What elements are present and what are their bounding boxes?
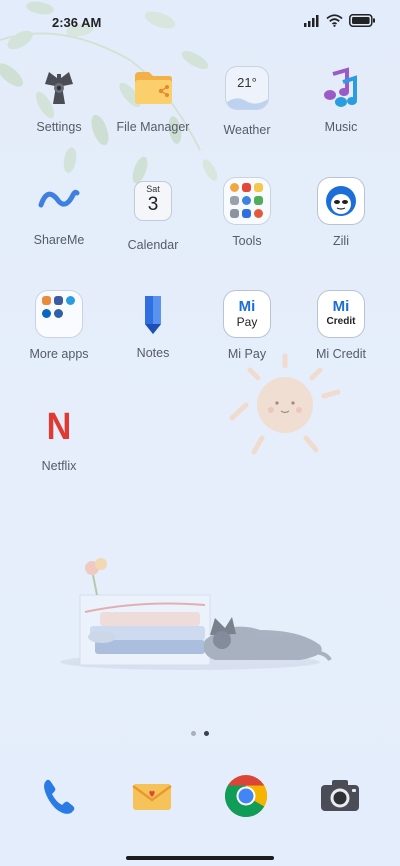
mi-pay-logo-mi: Mi bbox=[238, 298, 256, 315]
dock-camera[interactable] bbox=[316, 772, 364, 820]
app-label: Settings bbox=[36, 120, 82, 134]
app-zili[interactable]: Zili bbox=[296, 177, 386, 248]
app-mi-pay[interactable]: Mi Pay Mi Pay bbox=[202, 290, 292, 361]
calendar-icon: Sat 3 bbox=[135, 182, 171, 220]
dock-chrome[interactable] bbox=[222, 772, 270, 820]
shareme-icon bbox=[38, 189, 80, 208]
folder-more-apps[interactable]: More apps bbox=[14, 290, 104, 361]
app-calendar[interactable]: Sat 3 Calendar bbox=[108, 177, 198, 252]
mi-pay-icon: Mi Pay bbox=[224, 291, 270, 337]
folder-tools[interactable]: Tools bbox=[202, 177, 292, 248]
app-label: ShareMe bbox=[33, 233, 85, 247]
desk-illustration bbox=[60, 558, 332, 670]
page-indicator bbox=[0, 731, 400, 736]
app-label: File Manager bbox=[116, 120, 190, 134]
zili-icon bbox=[318, 178, 364, 224]
page-dot[interactable] bbox=[191, 731, 196, 736]
folder-icon bbox=[135, 72, 172, 104]
app-label: Mi Credit bbox=[315, 347, 366, 361]
app-label: Music bbox=[324, 120, 358, 134]
dock-phone[interactable] bbox=[35, 772, 83, 820]
app-label: Tools bbox=[232, 234, 262, 248]
app-netflix[interactable]: N Netflix bbox=[14, 403, 104, 473]
camera-icon bbox=[321, 780, 359, 811]
app-mi-credit[interactable]: Mi Credit Mi Credit bbox=[296, 290, 386, 361]
app-weather[interactable]: 21° Weather bbox=[202, 64, 292, 137]
home-indicator[interactable] bbox=[126, 856, 274, 860]
messages-icon bbox=[132, 784, 172, 810]
calendar-day: Sat bbox=[146, 184, 160, 194]
notes-icon bbox=[145, 296, 161, 334]
status-icons bbox=[304, 14, 376, 27]
mi-credit-logo-credit: Credit bbox=[326, 316, 356, 327]
chrome-icon bbox=[224, 775, 268, 818]
mi-credit-logo-mi: Mi bbox=[332, 298, 350, 315]
tools-folder-icon bbox=[224, 178, 270, 224]
battery-icon bbox=[349, 14, 375, 27]
app-settings[interactable]: Settings bbox=[14, 64, 104, 134]
weather-icon: 21° bbox=[226, 67, 268, 109]
music-icon bbox=[324, 67, 357, 107]
app-label: More apps bbox=[29, 347, 89, 361]
weather-temperature: 21° bbox=[237, 75, 257, 90]
settings-icon bbox=[45, 72, 73, 104]
signal-icon bbox=[304, 14, 319, 27]
app-label: Mi Pay bbox=[227, 347, 267, 361]
mi-credit-icon: Mi Credit bbox=[318, 291, 364, 337]
wifi-icon bbox=[326, 14, 343, 27]
more-apps-folder-icon bbox=[36, 291, 82, 337]
app-file-manager[interactable]: File Manager bbox=[108, 64, 198, 134]
netflix-icon: N bbox=[46, 406, 72, 448]
phone-icon bbox=[44, 779, 75, 814]
app-label: Calendar bbox=[127, 238, 179, 252]
app-music[interactable]: Music bbox=[296, 64, 386, 134]
app-label: Weather bbox=[223, 123, 271, 137]
page-dot-active[interactable] bbox=[204, 731, 209, 736]
app-shareme[interactable]: ShareMe bbox=[14, 177, 104, 247]
app-label: Netflix bbox=[41, 459, 77, 473]
status-time: 2:36 AM bbox=[52, 15, 102, 30]
status-bar: 2:36 AM bbox=[0, 0, 400, 44]
calendar-date: 3 bbox=[147, 194, 159, 215]
app-label: Zili bbox=[333, 234, 349, 248]
app-notes[interactable]: Notes bbox=[108, 290, 198, 360]
app-label: Notes bbox=[136, 346, 170, 360]
dock-messages[interactable] bbox=[128, 772, 176, 820]
mi-pay-logo-pay: Pay bbox=[236, 315, 258, 329]
sun-decoration bbox=[229, 353, 341, 455]
